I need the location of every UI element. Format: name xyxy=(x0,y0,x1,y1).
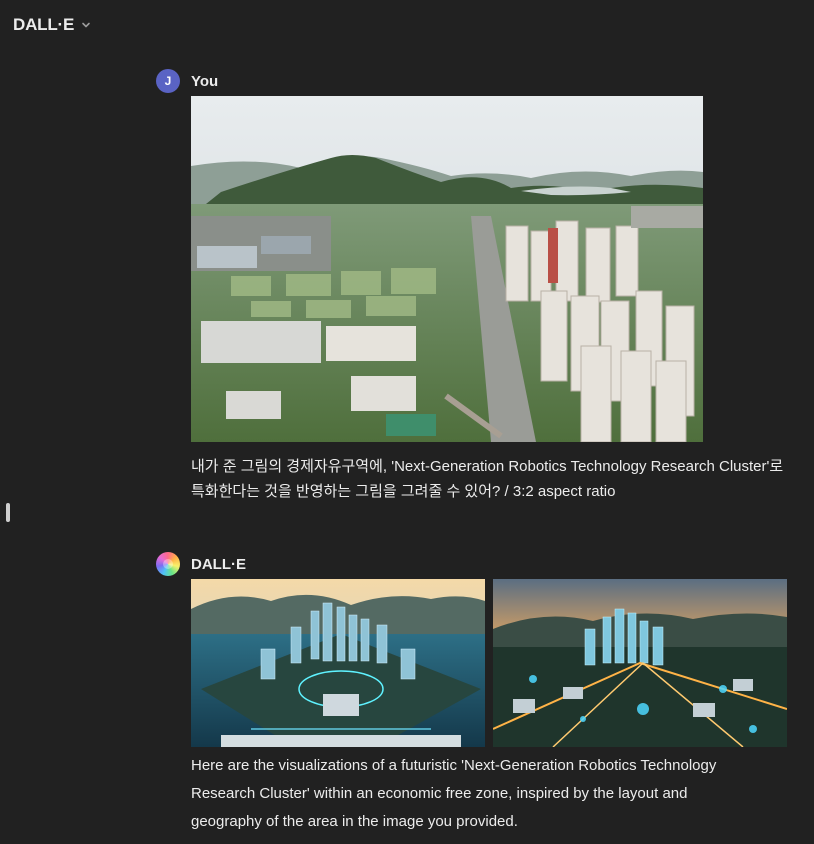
uploaded-image[interactable] xyxy=(191,96,703,442)
top-bar: DALL·E xyxy=(0,0,814,52)
model-name: DALL·E xyxy=(13,15,75,34)
avatar-initial: J xyxy=(164,74,172,88)
chevron-down-icon xyxy=(82,22,90,28)
avatar: J xyxy=(156,69,180,93)
sidebar-toggle-handle[interactable] xyxy=(6,503,10,522)
futuristic-city-night-render xyxy=(493,579,787,747)
message-header: DALL·E xyxy=(156,552,796,576)
user-message-text: 내가 준 그림의 경제자유구역에, 'Next-Generation Robot… xyxy=(191,458,784,500)
message-body: 내가 준 그림의 경제자유구역에, 'Next-Generation Robot… xyxy=(191,96,796,504)
message-header: J You xyxy=(156,69,796,93)
model-selector[interactable]: DALL·E xyxy=(13,15,92,35)
aerial-city-photo xyxy=(191,96,703,442)
author-name: DALL·E xyxy=(191,555,246,573)
author-name: You xyxy=(191,72,219,90)
generated-image-1[interactable] xyxy=(191,579,485,747)
assistant-message-text: Here are the visualizations of a futuris… xyxy=(191,757,717,830)
message-body: Here are the visualizations of a futuris… xyxy=(191,579,796,836)
futuristic-city-render xyxy=(191,579,485,747)
user-message: J You 내가 준 그림의 경제자유구역에, 'Next-Generation… xyxy=(156,69,796,504)
assistant-message: DALL·E Here are the visualizations of a … xyxy=(156,552,796,836)
generated-image-2[interactable] xyxy=(493,579,787,747)
dalle-logo-icon xyxy=(156,552,180,576)
generated-images xyxy=(191,579,787,747)
